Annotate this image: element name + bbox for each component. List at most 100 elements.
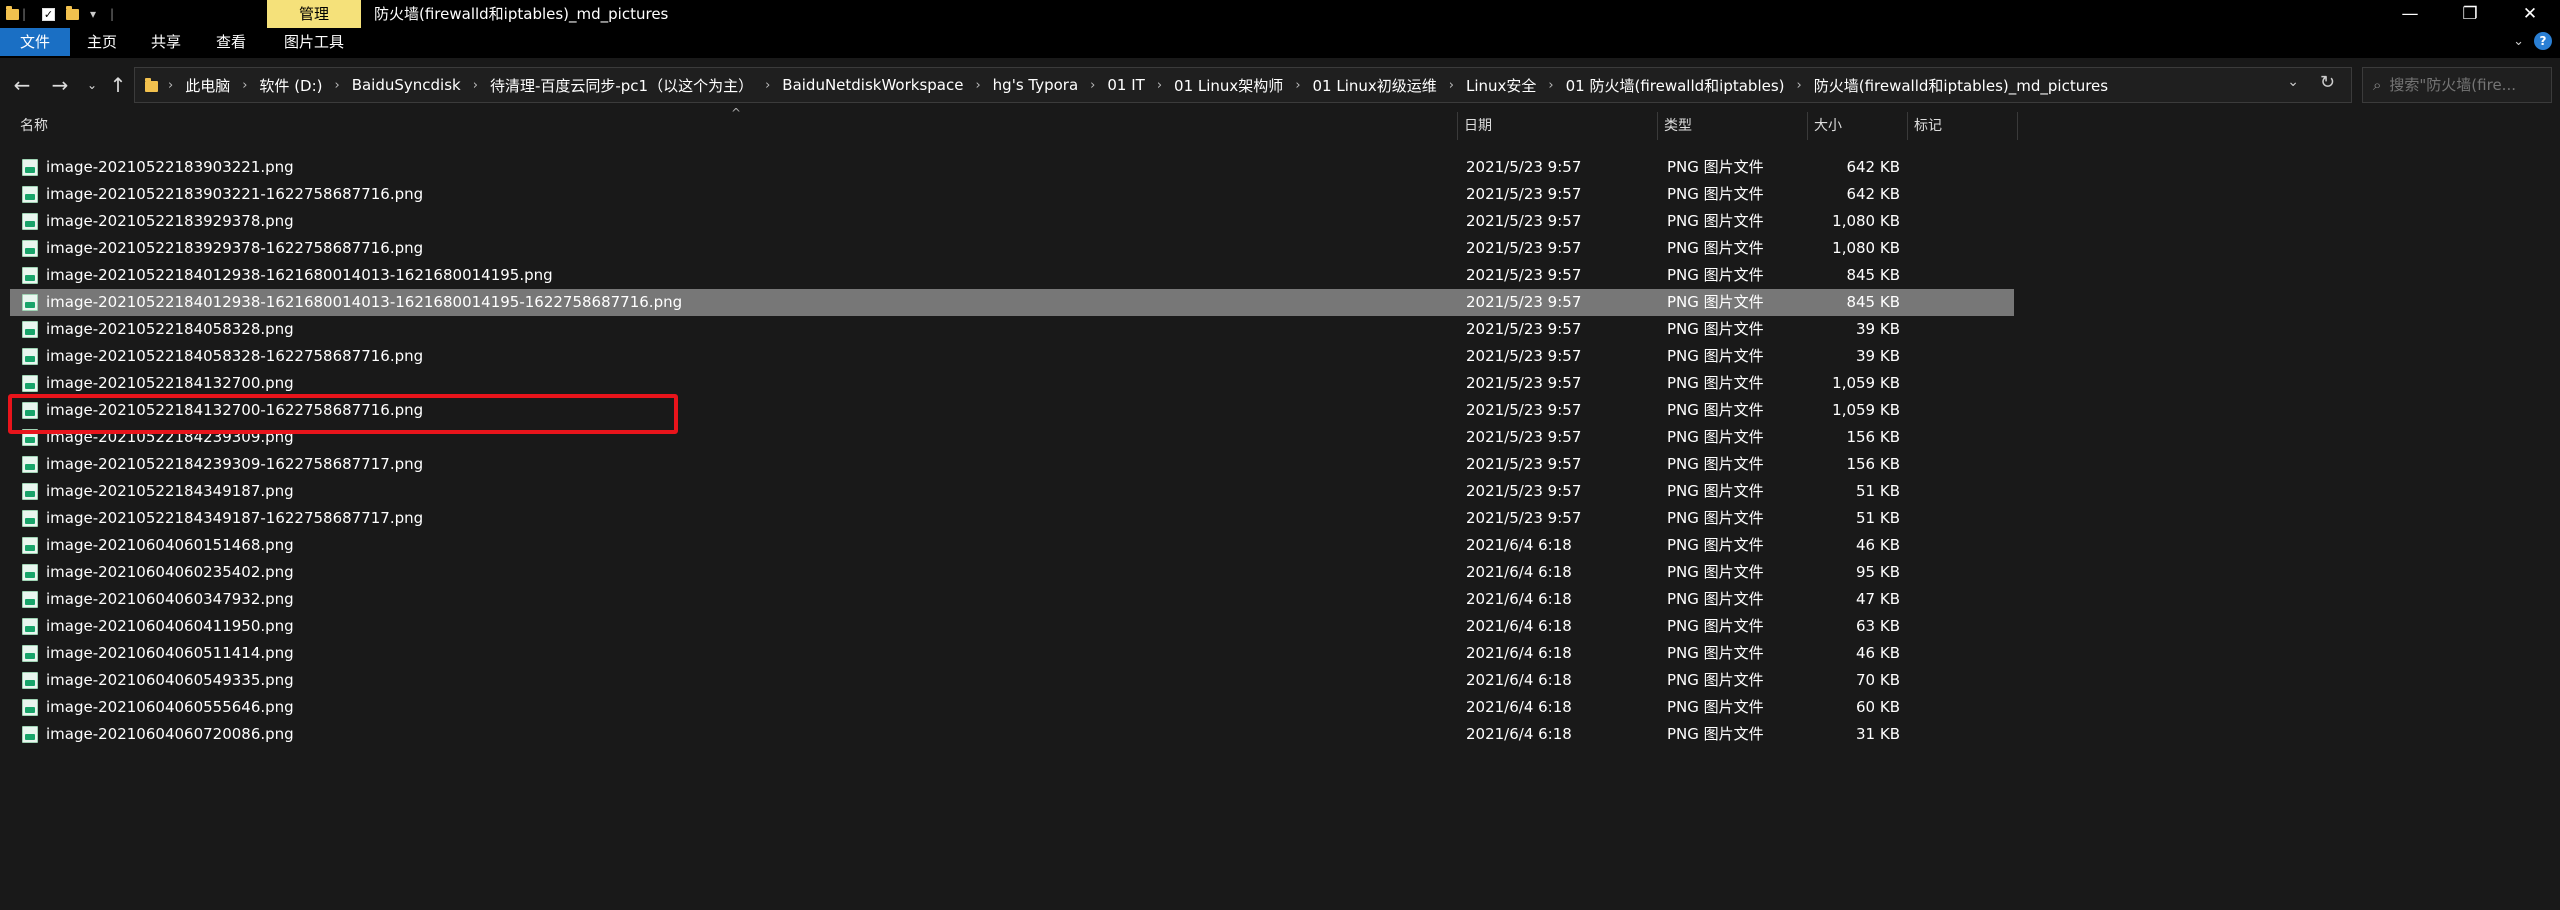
file-size: 845 KB	[1846, 266, 1900, 284]
file-name: image-20210604060511414.png	[46, 644, 294, 662]
file-date: 2021/5/23 9:57	[1466, 374, 1582, 392]
breadcrumb-item[interactable]: 01 Linux架构师	[1174, 75, 1283, 96]
table-row[interactable]: image-20210522183929378-1622758687716.pn…	[10, 235, 2014, 262]
table-row[interactable]: image-20210522184012938-1621680014013-16…	[10, 262, 2014, 289]
file-name: image-20210604060151468.png	[46, 536, 294, 554]
breadcrumb-item[interactable]: 此电脑	[185, 75, 230, 96]
table-row[interactable]: image-20210604060235402.png 2021/6/4 6:18…	[10, 559, 2014, 586]
breadcrumb-item[interactable]: BaiduSyncdisk	[352, 76, 461, 94]
breadcrumb-separator[interactable]: ›	[975, 78, 980, 93]
close-button[interactable]: ✕	[2500, 0, 2560, 28]
arrow-left-icon: ←	[13, 73, 31, 97]
file-type: PNG 图片文件	[1667, 347, 1764, 365]
file-type: PNG 图片文件	[1667, 185, 1764, 203]
table-row[interactable]: image-20210604060151468.png 2021/6/4 6:18…	[10, 532, 2014, 559]
file-size: 642 KB	[1846, 185, 1900, 203]
help-icon[interactable]: ?	[2534, 32, 2552, 50]
up-button[interactable]: ↑	[104, 70, 132, 100]
breadcrumb-item[interactable]: 软件 (D:)	[259, 75, 322, 96]
breadcrumb-separator[interactable]: ›	[242, 78, 247, 93]
table-row[interactable]: image-20210522183903221.png 2021/5/23 9:5…	[10, 154, 2014, 181]
file-date: 2021/6/4 6:18	[1466, 563, 1572, 581]
file-size: 156 KB	[1846, 428, 1900, 446]
breadcrumb-separator[interactable]: ›	[1797, 78, 1802, 93]
breadcrumb-item[interactable]: Linux安全	[1466, 75, 1536, 96]
manage-tab[interactable]: 管理	[267, 0, 361, 28]
table-row[interactable]: image-20210522184058328.png 2021/5/23 9:5…	[10, 316, 2014, 343]
breadcrumb-separator[interactable]: ›	[1548, 78, 1553, 93]
file-name: image-20210604060411950.png	[46, 617, 294, 635]
arrow-up-icon: ↑	[109, 73, 127, 97]
expand-ribbon-icon[interactable]: ⌄	[2513, 34, 2524, 49]
back-button[interactable]: ←	[8, 70, 36, 100]
file-size: 70 KB	[1856, 671, 1900, 689]
breadcrumb-item-current[interactable]: 防火墙(firewalld和iptables)_md_pictures	[1814, 75, 2108, 96]
address-dropdown-icon[interactable]: ⌄	[2287, 74, 2299, 90]
forward-button[interactable]: →	[46, 70, 74, 100]
quick-access-new-folder-icon[interactable]	[66, 4, 79, 24]
file-date: 2021/5/23 9:57	[1466, 509, 1582, 527]
tab-file[interactable]: 文件	[0, 28, 70, 56]
refresh-icon[interactable]: ↻	[2320, 72, 2335, 93]
breadcrumb-separator[interactable]: ›	[335, 78, 340, 93]
png-file-icon	[22, 375, 38, 392]
table-row[interactable]: image-20210604060720086.png 2021/6/4 6:18…	[10, 721, 2014, 748]
tab-view[interactable]: 查看	[198, 28, 264, 56]
column-header-size[interactable]: 大小	[1808, 112, 1908, 140]
table-row[interactable]: image-20210522184349187-1622758687717.pn…	[10, 505, 2014, 532]
file-name: image-20210522184239309-1622758687717.pn…	[46, 455, 424, 473]
quick-access-customize-icon[interactable]: ▾	[90, 4, 96, 24]
table-row[interactable]: image-20210604060411950.png 2021/6/4 6:18…	[10, 613, 2014, 640]
maximize-button[interactable]: ❐	[2440, 0, 2500, 28]
address-bar[interactable]: › 此电脑 › 软件 (D:) › BaiduSyncdisk › 待清理-百度…	[134, 67, 2352, 103]
breadcrumb-separator[interactable]: ›	[168, 78, 173, 93]
tab-share[interactable]: 共享	[134, 28, 198, 56]
column-header-date[interactable]: 日期	[1458, 112, 1658, 140]
tab-picture-tools[interactable]: 图片工具	[266, 28, 362, 56]
quick-access-properties-icon[interactable]: ✓	[42, 4, 55, 24]
table-row[interactable]: image-20210522183903221-1622758687716.pn…	[10, 181, 2014, 208]
breadcrumb-separator[interactable]: ›	[1157, 78, 1162, 93]
file-name: image-20210522184058328-1622758687716.pn…	[46, 347, 424, 365]
table-row[interactable]: image-20210522184239309-1622758687717.pn…	[10, 451, 2014, 478]
ribbon: 文件 主页 共享 查看 图片工具 ⌄ ?	[0, 28, 2560, 58]
breadcrumb-item[interactable]: 01 Linux初级运维	[1313, 75, 1437, 96]
breadcrumb-item[interactable]: 待清理-百度云同步-pc1（以这个为主）	[490, 75, 753, 96]
search-input[interactable]	[2389, 76, 2540, 94]
table-row[interactable]: image-20210522184239309.png 2021/5/23 9:5…	[10, 424, 2014, 451]
breadcrumb-item[interactable]: 01 IT	[1107, 76, 1144, 94]
table-row[interactable]: image-20210604060347932.png 2021/6/4 6:18…	[10, 586, 2014, 613]
breadcrumb-item[interactable]: 01 防火墙(firewalld和iptables)	[1566, 75, 1785, 96]
table-row[interactable]: image-20210522184132700.png 2021/5/23 9:5…	[10, 370, 2014, 397]
table-row[interactable]: image-20210604060511414.png 2021/6/4 6:18…	[10, 640, 2014, 667]
table-row[interactable]: image-20210522184132700-1622758687716.pn…	[10, 397, 2014, 424]
table-row[interactable]: image-20210522184349187.png 2021/5/23 9:5…	[10, 478, 2014, 505]
search-box[interactable]: ⌕	[2362, 67, 2552, 103]
breadcrumb-item[interactable]: hg's Typora	[993, 76, 1079, 94]
file-type: PNG 图片文件	[1667, 563, 1764, 581]
tab-home[interactable]: 主页	[70, 28, 134, 56]
file-type: PNG 图片文件	[1667, 374, 1764, 392]
file-name: image-20210522183903221.png	[46, 158, 294, 176]
table-row[interactable]: image-20210604060555646.png 2021/6/4 6:18…	[10, 694, 2014, 721]
column-header-tags[interactable]: 标记	[1908, 112, 2018, 140]
table-row-selected[interactable]: image-20210522184012938-1621680014013-16…	[10, 289, 2014, 316]
breadcrumb-separator[interactable]: ›	[1295, 78, 1300, 93]
table-row[interactable]: image-20210522183929378.png 2021/5/23 9:5…	[10, 208, 2014, 235]
column-header-type[interactable]: 类型	[1658, 112, 1808, 140]
table-row[interactable]: image-20210522184058328-1622758687716.pn…	[10, 343, 2014, 370]
breadcrumb-separator[interactable]: ›	[473, 78, 478, 93]
breadcrumb-item[interactable]: BaiduNetdiskWorkspace	[782, 76, 963, 94]
file-name: image-20210604060347932.png	[46, 590, 294, 608]
file-type: PNG 图片文件	[1667, 293, 1764, 311]
png-file-icon	[22, 213, 38, 230]
quick-access-folder-icon[interactable]	[6, 4, 19, 24]
file-type: PNG 图片文件	[1667, 725, 1764, 743]
column-header-name[interactable]: 名称	[14, 112, 1458, 140]
recent-locations-button[interactable]: ⌄	[78, 70, 106, 100]
breadcrumb-separator[interactable]: ›	[765, 78, 770, 93]
breadcrumb-separator[interactable]: ›	[1449, 78, 1454, 93]
minimize-button[interactable]: —	[2380, 0, 2440, 28]
table-row[interactable]: image-20210604060549335.png 2021/6/4 6:18…	[10, 667, 2014, 694]
breadcrumb-separator[interactable]: ›	[1090, 78, 1095, 93]
